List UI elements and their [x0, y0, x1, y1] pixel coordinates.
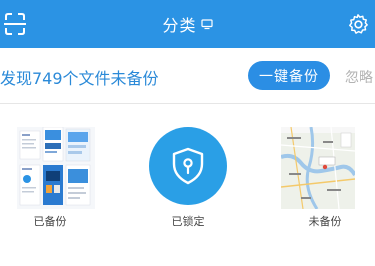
- unbacked-files-notice: 发现749个文件未备份 一键备份 忽略: [0, 48, 375, 104]
- title-area: 分类: [0, 0, 375, 48]
- shield-lock-badge: [149, 127, 227, 205]
- notice-text: 发现749个文件未备份: [0, 69, 159, 88]
- ignore-button[interactable]: 忽略: [345, 67, 373, 87]
- category-label-locked: 已锁定: [171, 215, 205, 228]
- gear-icon[interactable]: [347, 12, 369, 36]
- one-click-backup-button[interactable]: 一键备份: [248, 61, 330, 90]
- screenshot-collage-thumbnail: [17, 127, 95, 209]
- category-backed-up[interactable]: 已备份: [0, 105, 100, 266]
- app-screen: 分类 发现749个文件未备份 一键备份 忽略 已备份 已锁定 未备份: [0, 0, 375, 266]
- monitor-icon: [200, 19, 213, 30]
- category-label-not-backed-up: 未备份: [308, 215, 342, 228]
- top-bar: 分类: [0, 0, 375, 48]
- category-locked[interactable]: 已锁定: [138, 105, 238, 266]
- scan-frame-icon[interactable]: [4, 12, 26, 36]
- category-label-backed-up: 已备份: [33, 215, 67, 228]
- category-grid: 已备份 已锁定 未备份: [0, 105, 375, 266]
- page-title: 分类: [162, 16, 197, 35]
- map-screenshot-thumbnail: [281, 127, 355, 209]
- category-not-backed-up[interactable]: 未备份: [275, 105, 375, 266]
- shield-lock-icon: [172, 147, 204, 185]
